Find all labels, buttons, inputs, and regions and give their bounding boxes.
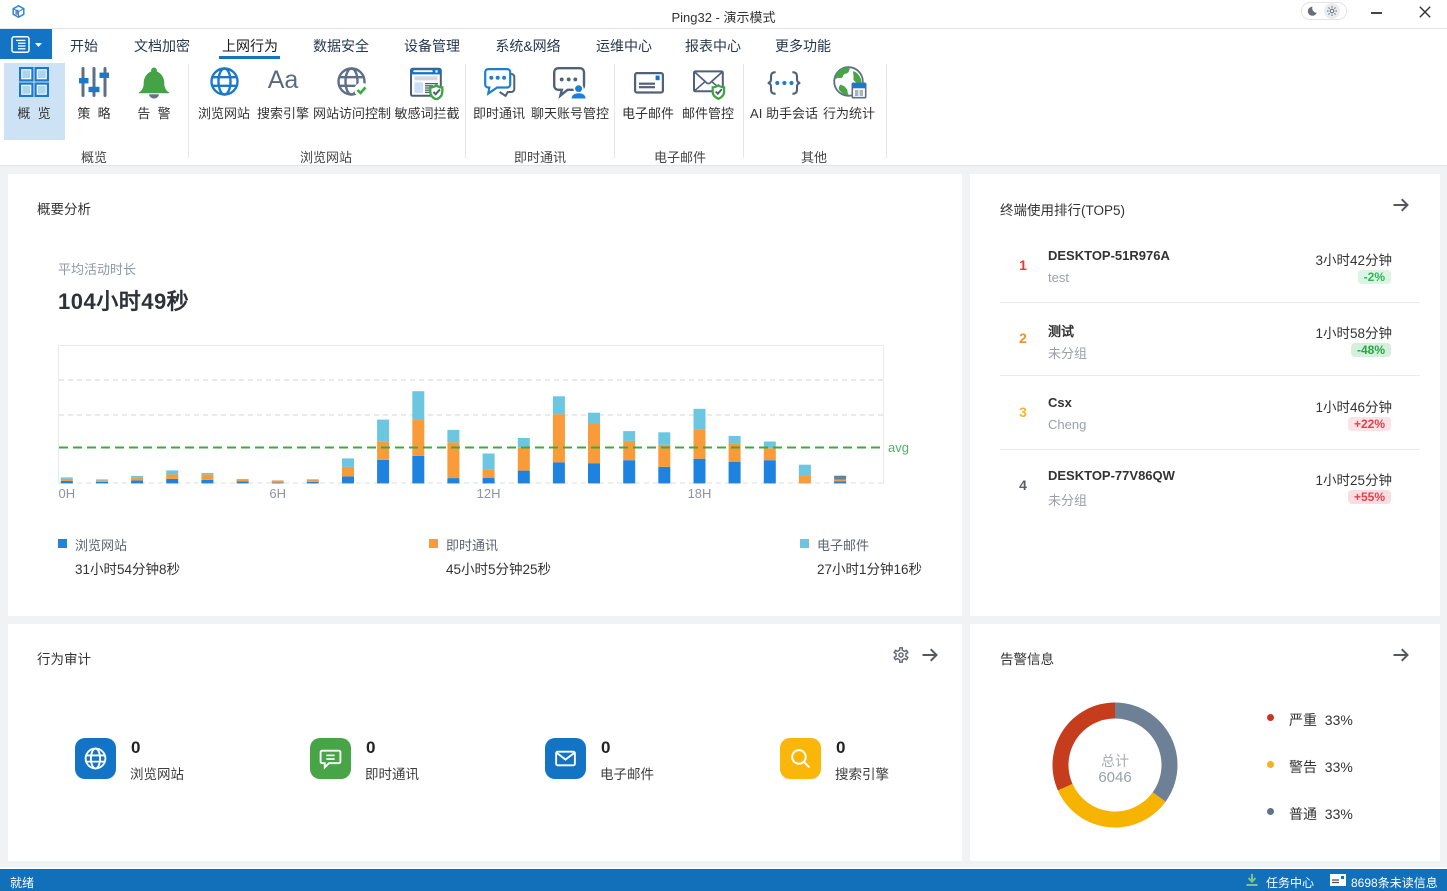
- svg-text:0H: 0H: [58, 486, 75, 501]
- svg-text:6H: 6H: [269, 486, 286, 501]
- svg-text:12H: 12H: [477, 486, 501, 501]
- svg-text:avg: avg: [888, 440, 909, 455]
- svg-text:18H: 18H: [688, 486, 712, 501]
